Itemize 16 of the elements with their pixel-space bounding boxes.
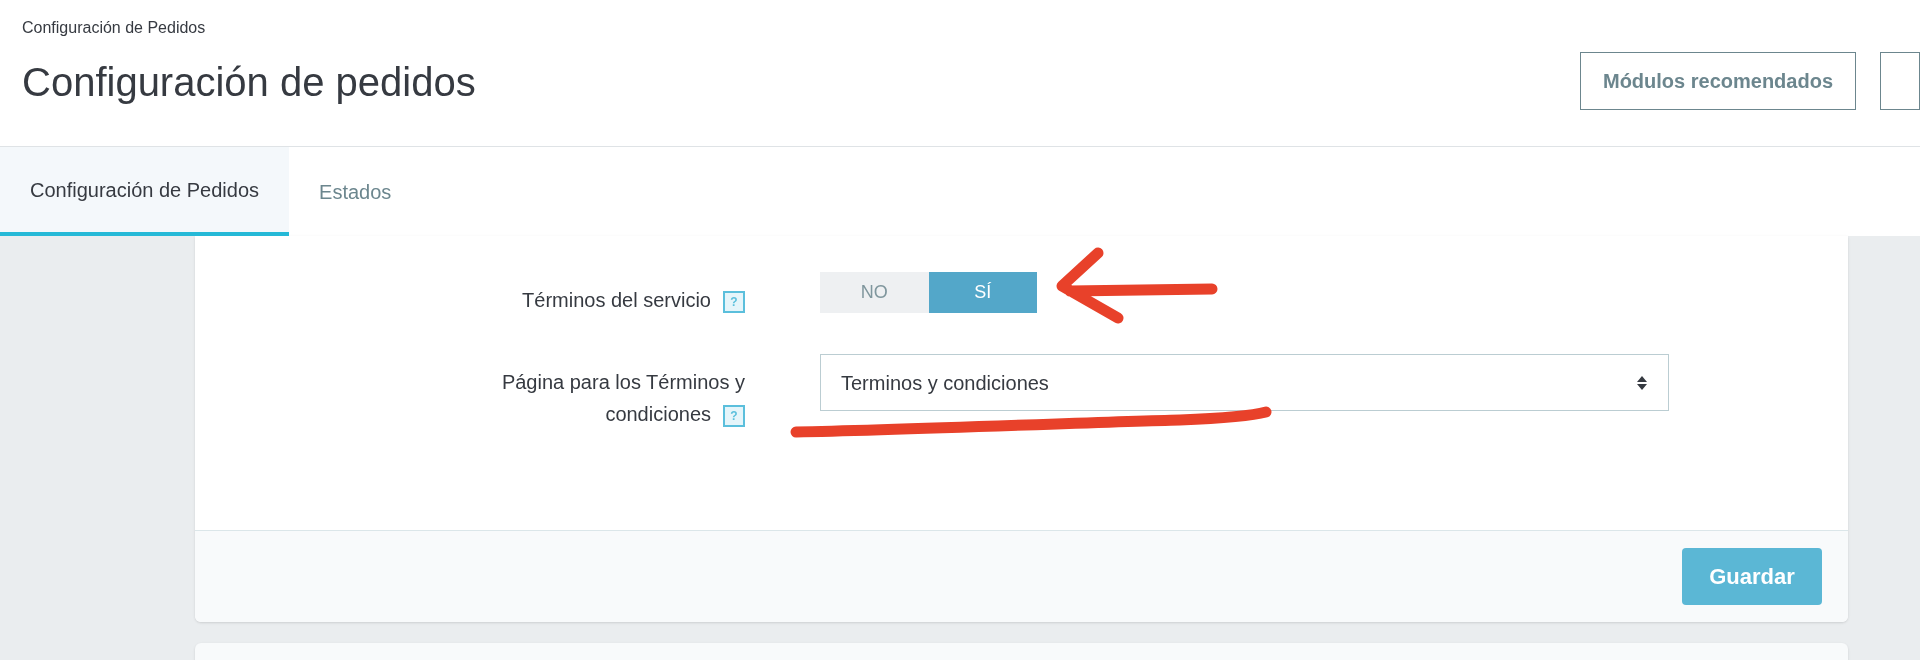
help-icon[interactable]: ? — [723, 290, 745, 313]
help-icon[interactable]: ? — [723, 404, 745, 427]
header-button[interactable] — [1880, 52, 1920, 110]
header-button[interactable]: Módulos recomendados — [1579, 52, 1856, 110]
sort-caret-icon — [1636, 374, 1648, 391]
switch-option[interactable]: SÍ — [928, 272, 1037, 313]
breadcrumb: Configuración de Pedidos — [22, 18, 207, 38]
tab[interactable]: Configuración de Pedidos — [0, 147, 290, 236]
yes-no-switch[interactable]: NO SÍ — [820, 272, 1037, 313]
page-title: Configuración de pedidos — [22, 59, 476, 106]
save-button[interactable]: Guardar — [1682, 548, 1822, 605]
tab[interactable]: Estados — [289, 147, 422, 236]
field-label: Términos del servicio ? — [522, 284, 745, 316]
field-label: Página para los Términos y condiciones ? — [500, 370, 745, 429]
page-select[interactable]: Terminos y condiciones — [820, 354, 1669, 411]
switch-option[interactable]: NO — [820, 272, 929, 313]
